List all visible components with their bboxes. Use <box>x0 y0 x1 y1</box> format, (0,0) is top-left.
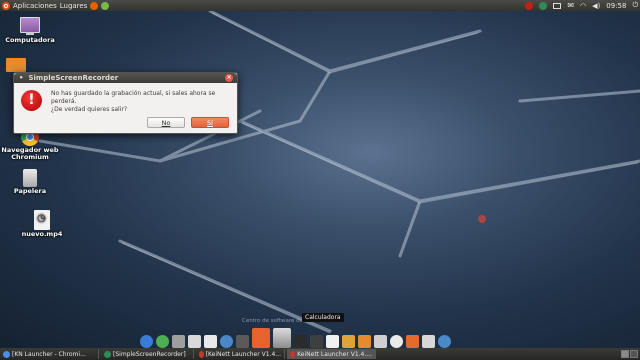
folder-dock-icon[interactable] <box>358 335 371 348</box>
app-indicator-icon[interactable] <box>539 1 548 10</box>
trash-icon <box>23 169 37 187</box>
yes-button[interactable]: Sí <box>191 117 229 128</box>
workspace-1[interactable] <box>621 350 629 358</box>
taskbar-item-label: [KeiNett Launcher V1.4... <box>205 350 281 358</box>
ubuntu-logo-icon[interactable] <box>2 1 10 10</box>
media-icon[interactable] <box>310 335 323 348</box>
taskbar-item-simplescreenrecorder[interactable]: [SimpleScreenRecorder] <box>101 349 194 359</box>
documents-icon[interactable] <box>188 335 201 348</box>
record-indicator-icon[interactable] <box>525 1 534 10</box>
desktop-wallpaper <box>0 11 640 348</box>
bottom-panel: [KN Launcher - Chromi... [SimpleScreenRe… <box>0 348 640 360</box>
dialog-title: SimpleScreenRecorder <box>28 74 119 82</box>
no-button[interactable]: No <box>147 117 185 128</box>
desktop-icon-label: Computadora <box>5 36 55 44</box>
software-center-icon[interactable] <box>252 328 270 348</box>
update-icon[interactable] <box>438 335 451 348</box>
top-panel: Aplicaciones Lugares ✉ ◠ ◀) 09:58 ⏻ <box>0 0 640 11</box>
calculator-icon[interactable] <box>273 328 291 348</box>
keyboard-indicator-icon[interactable] <box>553 2 562 9</box>
window-menu-icon[interactable]: • <box>19 74 23 82</box>
accessibility-icon[interactable] <box>140 335 153 348</box>
dock <box>140 328 451 348</box>
recorder-task-icon <box>104 350 111 358</box>
terminal-icon[interactable] <box>236 335 249 348</box>
disc-icon[interactable] <box>390 335 403 348</box>
dialog-message: No has guardado la grabación actual, si … <box>51 90 237 114</box>
chromium-task-icon <box>3 350 10 358</box>
computer-icon <box>20 17 40 35</box>
photos-icon[interactable] <box>406 335 419 348</box>
launcher-task-icon <box>290 350 296 358</box>
dock-tooltip: Calculadora <box>302 313 344 322</box>
taskbar-item-label: [SimpleScreenRecorder] <box>113 350 186 358</box>
text-editor-icon[interactable] <box>204 335 217 348</box>
taskbar-item-label: KeiNett Launcher V1.4.... <box>297 350 372 358</box>
wifi-icon[interactable]: ◠ <box>580 2 586 10</box>
firefox-icon[interactable] <box>90 1 99 10</box>
close-icon[interactable]: × <box>225 74 233 82</box>
taskbar-item-keinett-2[interactable]: KeiNett Launcher V1.4.... <box>287 349 376 359</box>
screen-icon[interactable] <box>294 335 307 348</box>
taskbar-item-label: [KN Launcher - Chromi... <box>12 350 86 358</box>
desktop-icon-video[interactable]: nuevo.mp4 <box>12 210 72 238</box>
chromium-dock-icon[interactable] <box>156 335 169 348</box>
video-file-icon <box>34 210 50 230</box>
dialog-message-line: ¿De verdad quieres salir? <box>51 106 128 113</box>
desktop-icon-computer[interactable]: Computadora <box>0 17 60 44</box>
menu-aplicaciones[interactable]: Aplicaciones <box>13 2 57 10</box>
dialog-message-line: No has guardado la grabación actual, si … <box>51 90 216 105</box>
taskbar-item-kn-launcher[interactable]: [KN Launcher - Chromi... <box>0 349 99 359</box>
power-icon[interactable]: ⏻ <box>632 1 638 10</box>
notes-icon[interactable] <box>326 335 339 348</box>
files-icon[interactable] <box>342 335 355 348</box>
workspace-2[interactable] <box>630 350 638 358</box>
launcher-task-icon <box>199 350 204 358</box>
volume-icon[interactable]: ◀) <box>592 2 600 10</box>
dialog-titlebar[interactable]: • SimpleScreenRecorder × <box>14 73 237 83</box>
clock[interactable]: 09:58 <box>606 2 626 10</box>
taskbar-item-keinett-1[interactable]: [KeiNett Launcher V1.4... <box>196 349 285 359</box>
desktop-icon-label: Chromium <box>11 153 49 161</box>
workspace-switcher[interactable] <box>621 350 638 358</box>
desktop-icon-label: Papelera <box>13 187 47 195</box>
archive-icon[interactable] <box>374 335 387 348</box>
mail-icon[interactable]: ✉ <box>567 1 574 10</box>
error-icon: ! <box>21 90 42 111</box>
quit-confirmation-dialog: • SimpleScreenRecorder × ! No has guarda… <box>13 72 238 134</box>
settings-icon[interactable] <box>172 335 185 348</box>
menu-lugares[interactable]: Lugares <box>60 2 88 10</box>
folder-icon <box>6 58 26 72</box>
viewer-icon[interactable] <box>422 335 435 348</box>
desktop-icon-trash[interactable]: Papelera <box>0 169 60 195</box>
disk-icon[interactable] <box>220 335 233 348</box>
launcher-icon[interactable] <box>101 1 110 10</box>
desktop-icon-label: nuevo.mp4 <box>21 230 63 238</box>
